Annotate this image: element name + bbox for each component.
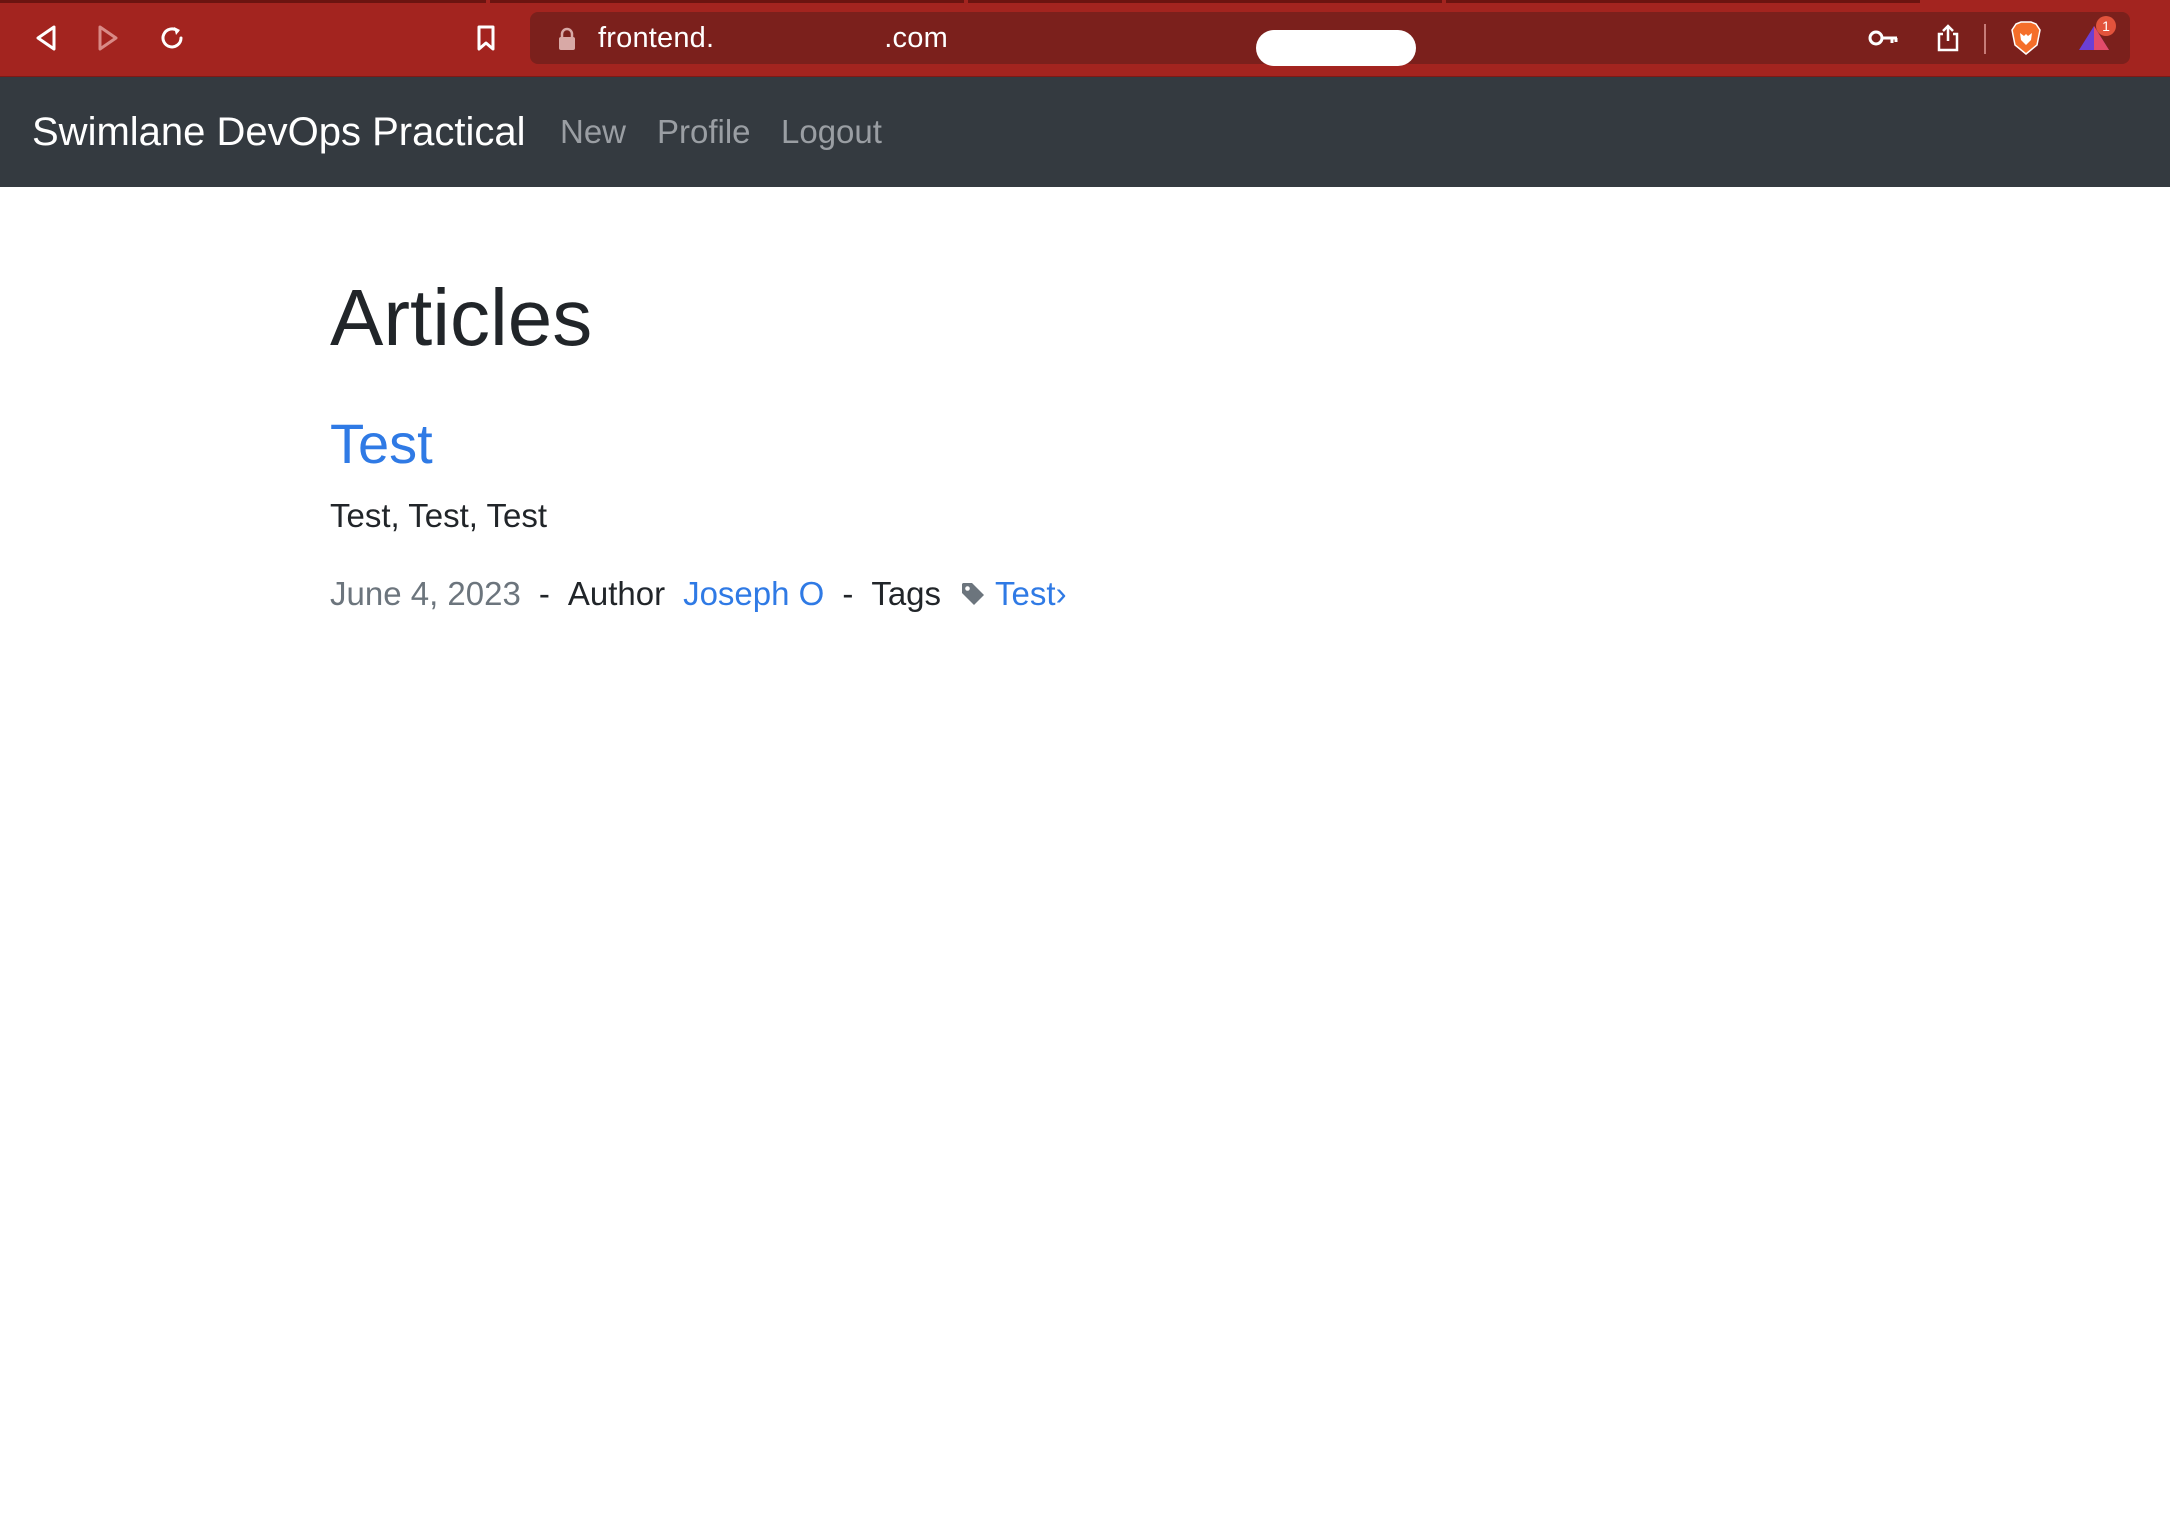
address-divider [1984,24,1986,54]
rewards-badge: 1 [2096,16,2116,36]
tab-strip [490,0,964,3]
tab-strip [0,0,486,3]
lock-icon [559,27,575,50]
tag-link[interactable]: Test› [995,574,1067,614]
url-suffix: .com [884,22,948,54]
browser-toolbar: frontend. .com 1 [0,0,2170,77]
meta-separator: - [842,575,854,612]
brave-rewards-button[interactable]: 1 [2076,16,2116,54]
back-arrow-icon [36,25,56,51]
article-meta: June 4, 2023 - Author Joseph O - Tags Te… [330,574,1830,614]
bookmark-icon [477,25,495,51]
nav-link-new[interactable]: New [560,111,626,153]
reload-button[interactable] [152,18,192,58]
nav-link-logout[interactable]: Logout [781,111,882,153]
tab-strip [968,0,1442,3]
back-button[interactable] [26,18,66,58]
url-redaction [1256,30,1416,66]
author-link[interactable]: Joseph O [683,574,824,614]
nav-link-profile[interactable]: Profile [657,111,751,153]
forward-button[interactable] [88,18,128,58]
brave-lion-icon [2011,21,2041,55]
key-icon [1868,30,1898,46]
article-description: Test, Test, Test [330,497,548,534]
share-icon [1937,24,1959,52]
meta-separator: - [538,575,550,612]
password-key-button[interactable] [1866,22,1902,54]
reload-icon [161,27,183,49]
tab-strip [1446,0,1920,3]
url-text[interactable]: frontend. .com [598,22,948,54]
article-preview: Test Test, Test, Test June 4, 2023 - Aut… [330,412,1830,614]
article-title-link[interactable]: Test [330,412,433,476]
brand-link[interactable]: Swimlane DevOps Practical [32,109,526,155]
page-title: Articles [330,273,593,362]
author-label: Author [567,575,666,612]
article-date: June 4, 2023 [330,575,521,612]
forward-arrow-icon [98,25,118,51]
url-prefix: frontend. [598,22,715,54]
tag-icon [959,580,987,608]
tags-label: Tags [871,575,942,612]
brave-shields-button[interactable] [2008,21,2044,55]
site-navbar: Swimlane DevOps Practical New Profile Lo… [0,77,2170,187]
bookmark-button[interactable] [466,18,506,58]
address-bar[interactable]: frontend. .com 1 [530,12,2130,66]
share-button[interactable] [1930,22,1966,54]
main-content: Articles Test Test, Test, Test June 4, 2… [330,270,1830,614]
